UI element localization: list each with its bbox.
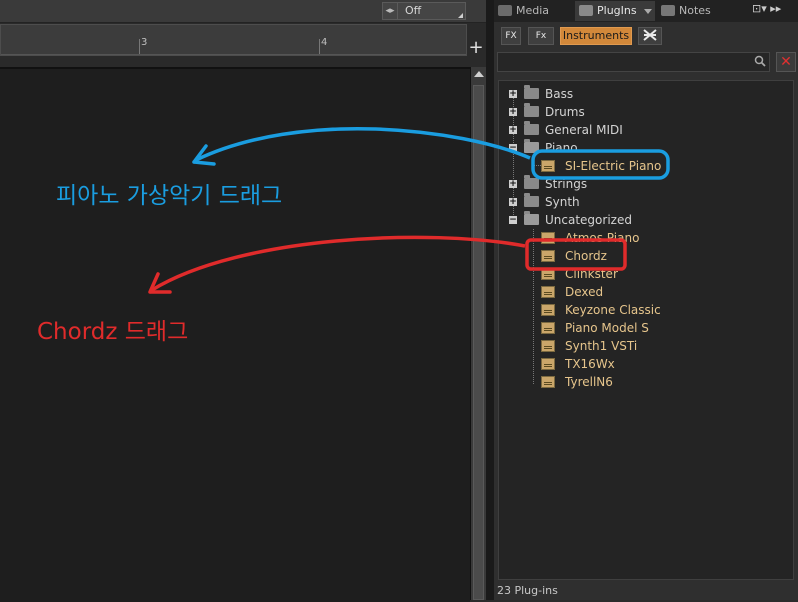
expand-icon[interactable]: + (509, 198, 517, 207)
tree-item-label: SI-Electric Piano (565, 159, 662, 173)
filter-fx-button[interactable]: FX (501, 27, 521, 45)
instrument-plugin-icon (541, 160, 555, 172)
instrument-plugin-icon (541, 340, 555, 352)
tree-item-label: TyrellN6 (565, 375, 613, 389)
folder-icon (524, 175, 539, 189)
ruler-mark-4: 4 (321, 37, 328, 48)
folder-icon (524, 121, 539, 135)
filter-instruments-button[interactable]: Instruments (560, 27, 632, 45)
tree-item-label: Bass (545, 87, 574, 101)
instrument-plugin-icon (541, 268, 555, 280)
folder-icon (524, 193, 539, 207)
tree-item-label: Strings (545, 177, 588, 191)
folder-open-icon (524, 211, 539, 225)
tree-line (533, 229, 535, 384)
tab-notes[interactable]: Notes (657, 1, 737, 21)
notes-icon (661, 5, 675, 16)
folder-icon (524, 85, 539, 99)
tree-item-label: Dexed (565, 285, 604, 299)
plugin-tree[interactable]: + Bass + Drums + General MIDI − Piano SI-Electri… (498, 80, 794, 580)
tab-notes-label: Notes (679, 4, 711, 17)
clear-search-button[interactable]: ✕ (776, 52, 796, 72)
scrollbar-thumb[interactable] (473, 85, 484, 600)
instrument-plugin-icon (541, 250, 555, 262)
tab-plugins-label: PlugIns (597, 4, 637, 17)
panel-splitter[interactable] (486, 0, 494, 600)
tab-plugins[interactable]: PlugIns (575, 1, 655, 21)
media-icon (498, 5, 512, 16)
add-track-button[interactable]: + (468, 39, 484, 57)
ruler-baseline (1, 54, 466, 55)
dropdown-corner-icon (458, 13, 463, 18)
annotation-text-blue: 피아노 가상악기 드래그 (56, 183, 283, 209)
tree-item-label: Synth (545, 195, 580, 209)
expand-icon[interactable]: + (509, 90, 517, 99)
filter-pfx-button[interactable]: Fx (528, 27, 554, 45)
tree-item-label: Atmos Piano (565, 231, 640, 245)
folder-open-icon (524, 139, 539, 153)
expand-icon[interactable]: + (509, 180, 517, 189)
expand-icon[interactable]: + (509, 108, 517, 117)
chevron-down-icon[interactable] (644, 9, 652, 14)
tree-item-label: Chordz (565, 249, 607, 263)
scroll-left-icon[interactable]: ◂▸ (383, 3, 398, 19)
collapse-icon[interactable]: − (509, 216, 517, 225)
scroll-up-icon[interactable] (474, 71, 484, 77)
tab-media-label: Media (516, 4, 550, 17)
instrument-plugin-icon (541, 358, 555, 370)
tree-item-label: Drums (545, 105, 585, 119)
vertical-scrollbar[interactable] (470, 67, 487, 600)
instrument-plugin-icon (541, 232, 555, 244)
snap-dropdown[interactable]: ◂▸ Off (382, 2, 466, 20)
instrument-plugin-icon (541, 286, 555, 298)
tree-item-label: Keyzone Classic (565, 303, 661, 317)
pfx-label: Fx (535, 31, 547, 41)
plugin-search[interactable] (497, 52, 770, 72)
collapse-icon[interactable]: − (509, 144, 517, 153)
search-icon[interactable] (754, 55, 766, 67)
timeline-ruler[interactable]: 3 4 (0, 24, 467, 56)
folder-icon (524, 103, 539, 117)
instrument-plugin-icon (541, 376, 555, 388)
search-input[interactable] (501, 54, 745, 72)
tree-item-label: Clinkster (565, 267, 618, 281)
tree-item-label: Uncategorized (545, 213, 632, 227)
instrument-plugin-icon (541, 322, 555, 334)
tab-media[interactable]: Media (494, 1, 574, 21)
tree-item-label: Piano (545, 141, 578, 155)
panel-controls[interactable]: ⊡▾ ▸▸ (752, 2, 781, 15)
tree-item-label: TX16Wx (565, 357, 615, 371)
filter-patch-button[interactable] (638, 27, 662, 45)
tree-item-label: Synth1 VSTi (565, 339, 638, 353)
patch-icon (643, 29, 657, 41)
plugin-count: 23 Plug-ins (497, 584, 558, 597)
plugins-icon (579, 5, 593, 16)
snap-value: Off (405, 4, 422, 17)
ruler-tick (139, 39, 140, 55)
annotation-text-red: Chordz 드래그 (37, 319, 189, 345)
expand-icon[interactable]: + (509, 126, 517, 135)
ruler-tick (319, 39, 320, 55)
tree-line (533, 165, 541, 167)
tree-item-label: Piano Model S (565, 321, 649, 335)
tree-item-label: General MIDI (545, 123, 623, 137)
ruler-mark-3: 3 (141, 37, 148, 48)
instrument-plugin-icon (541, 304, 555, 316)
